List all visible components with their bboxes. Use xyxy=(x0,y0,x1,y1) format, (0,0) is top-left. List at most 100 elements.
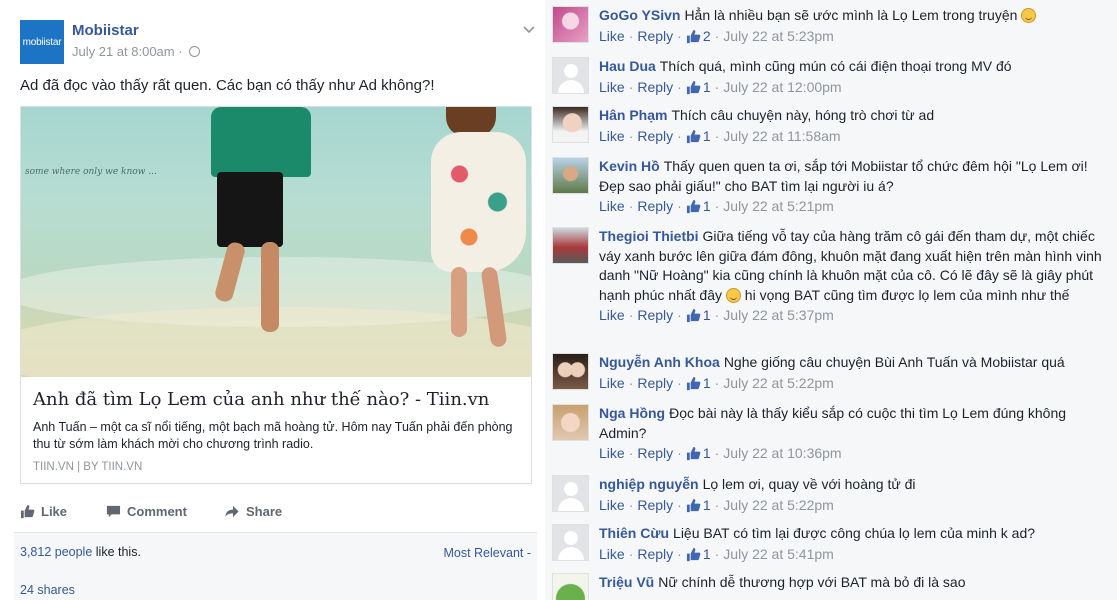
comment-body: GoGo YSivn Hẳn là nhiều bạn sẽ ước mình l… xyxy=(599,6,1107,46)
comment-like-link[interactable]: Like xyxy=(599,375,625,391)
commenter-avatar[interactable] xyxy=(552,106,589,143)
like-button[interactable]: Like xyxy=(20,504,67,519)
smile-emoji-icon xyxy=(1021,8,1037,23)
comment-timestamp[interactable]: July 22 at 5:37pm xyxy=(723,307,834,323)
comment-text: Hẳn là nhiều bạn sẽ ước mình là Lọ Lem t… xyxy=(684,7,1018,23)
page-avatar[interactable]: mobiistar xyxy=(20,20,64,64)
comment-reply-link[interactable]: Reply xyxy=(637,445,673,461)
comment-like-link[interactable]: Like xyxy=(599,307,625,323)
comment-like-count[interactable]: 1 xyxy=(686,546,711,562)
like-count-value: 1 xyxy=(702,496,711,513)
comment-like-link[interactable]: Like xyxy=(599,28,625,44)
likes-summary: 3,812 people like this. xyxy=(20,545,141,559)
like-count-value: 2 xyxy=(702,27,711,44)
page-name[interactable]: Mobiistar xyxy=(72,22,139,39)
comment-author[interactable]: Hân Phạm xyxy=(599,107,667,123)
post-meta: July 21 at 8:00am · xyxy=(72,44,201,59)
comment-text: Thấy quen quen ta ơi, sắp tới Mobiistar … xyxy=(599,158,1088,194)
commenter-avatar[interactable] xyxy=(552,475,589,512)
post-text: Ad đã đọc vào thấy rất quen. Các bạn có … xyxy=(20,77,435,94)
comment-like-link[interactable]: Like xyxy=(599,546,625,562)
commenter-avatar[interactable] xyxy=(552,227,589,264)
comment-text-line: GoGo YSivn Hẳn là nhiều bạn sẽ ước mình l… xyxy=(599,6,1107,26)
comment-author[interactable]: GoGo YSivn xyxy=(599,7,680,23)
comment-author[interactable]: Thiên Cừu xyxy=(599,525,669,541)
comment-author[interactable]: Kevin Hồ xyxy=(599,158,660,174)
comment-timestamp[interactable]: July 22 at 5:22pm xyxy=(723,375,834,391)
commenter-avatar[interactable] xyxy=(552,524,589,561)
comment-reply-link[interactable]: Reply xyxy=(637,79,673,95)
comment-text-line: Triệu Vũ Nữ chính dễ thương hợp với BAT m… xyxy=(599,573,1107,593)
comment-timestamp[interactable]: July 22 at 10:36pm xyxy=(723,445,841,461)
thumbs-up-icon xyxy=(686,376,701,390)
link-preview-image[interactable]: some where only we know ... xyxy=(21,107,531,377)
share-label: Share xyxy=(246,504,283,519)
comment-author[interactable]: nghiệp nguyễn xyxy=(599,476,699,492)
comment-like-link[interactable]: Like xyxy=(599,445,625,461)
comment-reply-link[interactable]: Reply xyxy=(637,546,673,562)
comment-reply-link[interactable]: Reply xyxy=(637,128,673,144)
comment-like-link[interactable]: Like xyxy=(599,198,625,214)
comment-reply-link[interactable]: Reply xyxy=(637,375,673,391)
comment-like-count[interactable]: 1 xyxy=(686,307,711,323)
post-timestamp[interactable]: July 21 at 8:00am · xyxy=(72,44,186,59)
like-count-value: 1 xyxy=(702,545,711,562)
thumbs-up-icon xyxy=(20,504,35,519)
commenter-avatar[interactable] xyxy=(552,573,589,600)
like-count-value: 1 xyxy=(702,307,711,323)
comment-reply-link[interactable]: Reply xyxy=(637,497,673,513)
comment-reply-link[interactable]: Reply xyxy=(637,28,673,44)
comment-timestamp[interactable]: July 22 at 5:23pm xyxy=(723,28,834,44)
commenter-avatar[interactable] xyxy=(552,157,589,194)
comment-timestamp[interactable]: July 22 at 5:41pm xyxy=(723,546,834,562)
comment-like-link[interactable]: Like xyxy=(599,79,625,95)
comment-like-count[interactable]: 1 xyxy=(686,128,711,144)
comment-body: nghiệp nguyễn Lọ lem ơi, quay về với hoàn… xyxy=(599,475,1107,515)
shares-count[interactable]: 24 shares xyxy=(20,583,75,597)
comment-body: Nga Hồng Đọc bài này là thấy kiểu sắp có … xyxy=(599,404,1107,464)
comment-timestamp[interactable]: July 22 at 12:00pm xyxy=(723,79,841,95)
comment-meta: Like · Reply · 1 · July 22 at 5:41pm xyxy=(599,545,834,562)
likes-count[interactable]: 3,812 people xyxy=(20,545,92,559)
commenter-avatar[interactable] xyxy=(552,57,589,94)
comment-like-count[interactable]: 1 xyxy=(686,445,711,461)
link-title[interactable]: Anh đã tìm Lọ Lem của anh như thế nào? -… xyxy=(33,389,519,410)
comment-meta: Like · Reply · 2 · July 22 at 5:23pm xyxy=(599,27,834,44)
comment-like-count[interactable]: 2 xyxy=(686,28,711,44)
comment-timestamp[interactable]: July 22 at 5:22pm xyxy=(723,497,834,513)
comment-text-continued: hi vọng BAT cũng tìm được lọ lem của mìn… xyxy=(740,286,1070,303)
comment-text-line: Hân Phạm Thích câu chuyện này, hóng trò c… xyxy=(599,106,1107,126)
comment-text: Lọ lem ơi, quay về với hoàng tử đi xyxy=(702,476,916,492)
comment-timestamp[interactable]: July 22 at 11:58am xyxy=(723,128,840,144)
comment-text-line: Thiên Cừu Liệu BAT có tìm lại được công c… xyxy=(599,524,1107,544)
comment-reply-link[interactable]: Reply xyxy=(637,307,673,323)
comment-like-count[interactable]: 1 xyxy=(686,497,711,513)
comment-like-count[interactable]: 1 xyxy=(686,198,711,214)
link-preview-card[interactable]: some where only we know ... Anh đã tìm L… xyxy=(20,106,532,484)
comment-button[interactable]: Comment xyxy=(106,504,187,519)
comment-reply-link[interactable]: Reply xyxy=(637,198,673,214)
comment-text-line: Nguyễn Anh Khoa Nghe giống câu chuyện Bùi… xyxy=(599,353,1107,373)
photo-caption: some where only we know ... xyxy=(25,167,157,177)
comment-like-count[interactable]: 1 xyxy=(686,375,711,391)
comment-author[interactable]: Thegioi Thietbi xyxy=(599,228,699,244)
globe-icon xyxy=(189,46,201,57)
share-button[interactable]: Share xyxy=(224,504,282,519)
commenter-avatar[interactable] xyxy=(552,353,589,390)
chevron-down-icon[interactable] xyxy=(523,24,535,36)
sort-comments-dropdown[interactable]: Most Relevant - xyxy=(443,546,531,560)
comment-author[interactable]: Nga Hồng xyxy=(599,405,665,421)
comment-author[interactable]: Hau Dua xyxy=(599,58,656,74)
comment-text: Thích câu chuyện này, hóng trò chơi từ a… xyxy=(671,107,935,123)
comment-like-count[interactable]: 1 xyxy=(686,79,711,95)
comment-body: Thiên Cừu Liệu BAT có tìm lại được công c… xyxy=(599,524,1107,564)
comment-like-link[interactable]: Like xyxy=(599,128,625,144)
comment-timestamp[interactable]: July 22 at 5:21pm xyxy=(723,198,834,214)
link-preview-body: Anh đã tìm Lọ Lem của anh như thế nào? -… xyxy=(21,377,531,483)
comment-meta: Like · Reply · 1 · July 22 at 5:22pm xyxy=(599,374,834,391)
commenter-avatar[interactable] xyxy=(552,404,589,441)
comment-author[interactable]: Triệu Vũ xyxy=(599,574,654,590)
comment-like-link[interactable]: Like xyxy=(599,497,625,513)
comment-author[interactable]: Nguyễn Anh Khoa xyxy=(599,354,720,370)
commenter-avatar[interactable] xyxy=(552,6,589,43)
